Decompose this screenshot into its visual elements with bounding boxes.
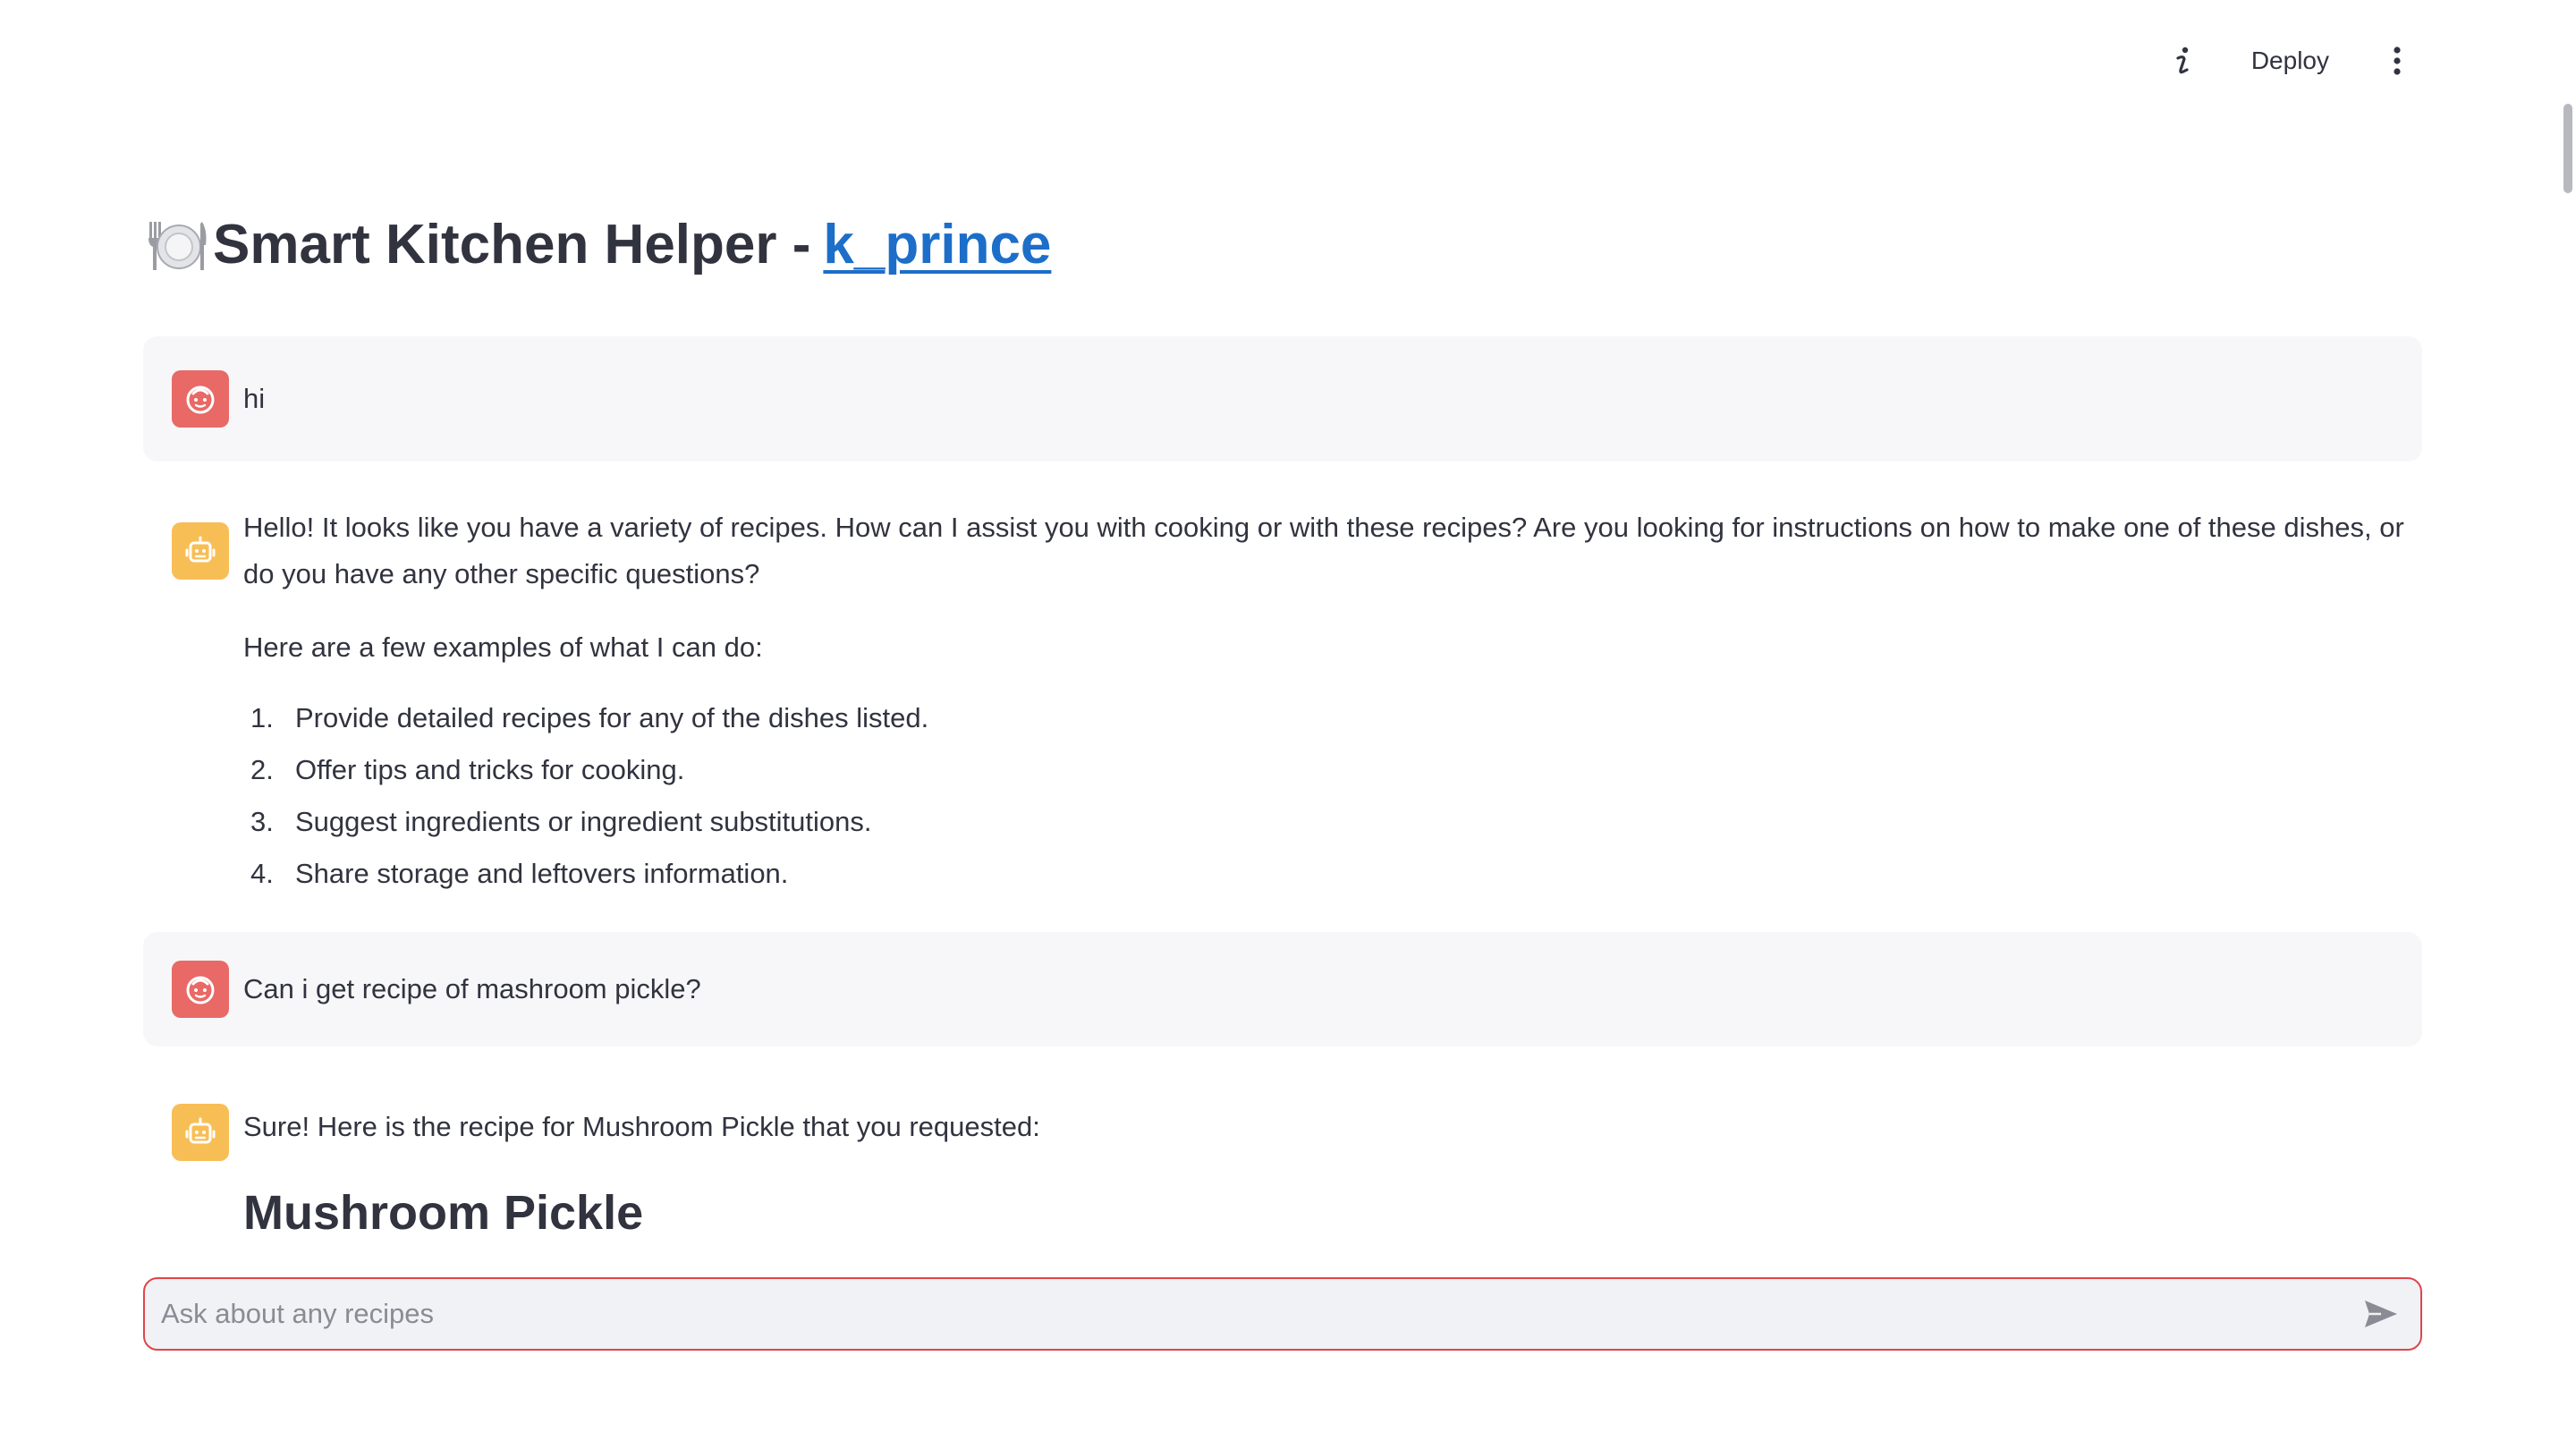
chat-input[interactable]: [145, 1279, 2354, 1349]
robot-icon: [185, 536, 216, 563]
assistant-avatar: [172, 1104, 229, 1161]
info-icon[interactable]: [2165, 43, 2201, 79]
list-item: 4. Share storage and leftovers informatio…: [250, 858, 789, 889]
recipe-heading: Mushroom Pickle: [243, 1186, 644, 1240]
message-intro: Hello! It looks like you have a variety …: [243, 512, 2404, 589]
assistant-message: Hello! It looks like you have a variety …: [143, 474, 2422, 889]
deploy-button[interactable]: Deploy: [2233, 39, 2347, 82]
capabilities-list: 1. Provide detailed recipes for any of th…: [243, 692, 2408, 900]
top-toolbar: Deploy: [2165, 32, 2415, 89]
plate-with-cutlery-icon: [143, 213, 208, 277]
user-message: hi: [143, 336, 2422, 462]
message-text: Can i get recipe of mashroom pickle?: [243, 973, 701, 1004]
title-text: Smart Kitchen Helper -: [213, 214, 811, 275]
list-item: 1. Provide detailed recipes for any of th…: [250, 702, 929, 733]
page-title: Smart Kitchen Helper - k_prince: [143, 208, 1051, 283]
message-lead: Here are a few examples of what I can do…: [243, 631, 763, 663]
username-link[interactable]: k_prince: [823, 208, 1051, 283]
list-item: 3. Suggest ingredients or ingredient subs…: [250, 806, 872, 837]
app-page: Deploy Smart Kitchen Helper - k_prince h…: [0, 0, 2576, 1449]
chat-input-container: [143, 1277, 2422, 1351]
user-avatar: [172, 961, 229, 1018]
message-text: hi: [243, 383, 266, 414]
user-face-icon: [186, 386, 215, 414]
user-face-icon: [186, 976, 215, 1004]
send-arrow-icon: [2365, 1301, 2397, 1327]
vertical-dots-menu-icon[interactable]: [2379, 43, 2415, 79]
user-message: Can i get recipe of mashroom pickle?: [143, 932, 2422, 1046]
assistant-avatar: [172, 522, 229, 580]
user-avatar: [172, 370, 229, 428]
page-scrollbar[interactable]: [2563, 104, 2572, 193]
robot-icon: [185, 1117, 216, 1144]
assistant-message: Sure! Here is the recipe for Mushroom Pi…: [143, 1077, 2422, 1265]
message-text: Sure! Here is the recipe for Mushroom Pi…: [243, 1111, 1040, 1142]
send-button[interactable]: [2354, 1287, 2408, 1341]
list-item: 2. Offer tips and tricks for cooking.: [250, 754, 685, 785]
